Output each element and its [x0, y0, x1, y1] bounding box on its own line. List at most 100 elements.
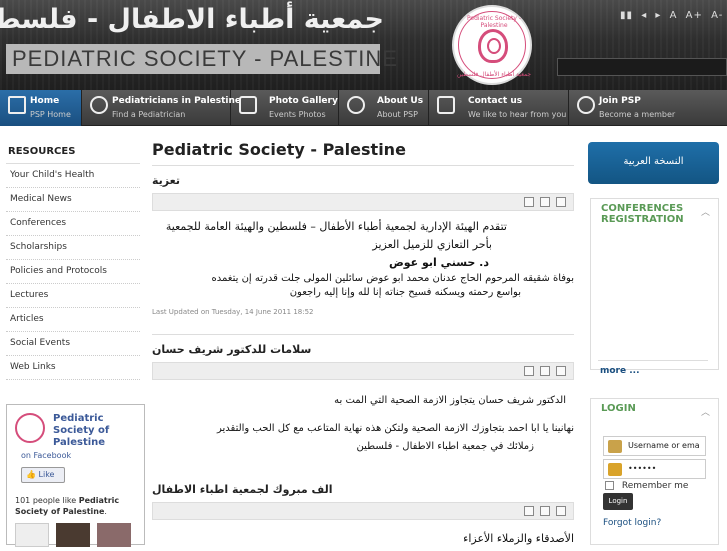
- photo-icon: [239, 96, 257, 114]
- article-text: بوفاة شقيقه المرحوم الحاج عدنان محمد ابو…: [211, 273, 574, 284]
- print-icon[interactable]: [540, 366, 550, 376]
- facebook-page-name[interactable]: Pediatric Society of Palestine: [53, 413, 143, 449]
- facebook-link[interactable]: Facebook: [34, 451, 72, 460]
- facebook-on-text: on: [21, 451, 31, 460]
- remember-checkbox[interactable]: [605, 481, 614, 490]
- nav-about-us[interactable]: About Us About PSP: [339, 90, 429, 126]
- article-text: الدكتور شريف حسان يتجاوز الازمة الصحية ا…: [334, 395, 566, 406]
- nav-join-psp[interactable]: Join PSP Become a member: [569, 90, 727, 126]
- lock-icon: [608, 463, 622, 476]
- facebook-like-count: 101 people like Pediatric Society of Pal…: [15, 495, 143, 517]
- remember-label: Remember me: [621, 481, 689, 491]
- nav-about-label: About Us: [377, 96, 424, 106]
- more-link[interactable]: more ...: [600, 366, 640, 376]
- next-icon[interactable]: ▸: [655, 10, 661, 21]
- box-divider: [598, 360, 708, 361]
- print-icon[interactable]: [540, 197, 550, 207]
- remember-me[interactable]: Remember me: [605, 481, 688, 491]
- article-text: زملائك في جمعية اطباء الاطفال - فلسطين: [356, 441, 535, 452]
- nav-pediatricians-sub: Find a Pediatrician: [112, 110, 186, 119]
- chevron-up-icon[interactable]: ︿: [701, 205, 710, 218]
- article-text: الأصدقاء والزملاء الأعزاء: [463, 532, 574, 545]
- last-updated: Last Updated on Tuesday, 14 June 2011 18…: [152, 308, 314, 316]
- main-nav: Home PSP Home Pediatricians in Palestine…: [0, 90, 727, 126]
- edit-icon[interactable]: [524, 366, 534, 376]
- print-icon[interactable]: [540, 506, 550, 516]
- forgot-login-link[interactable]: Forgot login?: [603, 518, 661, 528]
- logo-text-bottom: جمعية أطباء الأطفال فلسطين: [456, 71, 532, 78]
- facebook-like-box: Pediatric Society of Palestine on Facebo…: [6, 404, 145, 547]
- arabic-site-title: جمعية أطباء الاطفال - فلسطين: [0, 4, 384, 35]
- font-increase-button[interactable]: A+: [686, 10, 703, 21]
- nav-pediatricians-label: Pediatricians in Palestine: [112, 96, 242, 106]
- nav-photo-sub: Events Photos: [269, 110, 326, 119]
- chevron-up-icon[interactable]: ︿: [701, 405, 710, 418]
- nav-photo-label: Photo Gallery: [269, 96, 338, 106]
- page-title: Pediatric Society - Palestine: [152, 140, 574, 166]
- article-2: سلامات للدكتور شريف حسان: [152, 343, 574, 356]
- society-logo[interactable]: Pediatric Society - Palestine جمعية أطبا…: [452, 5, 532, 85]
- fan-avatar[interactable]: [15, 523, 49, 547]
- sidebar-item-conferences[interactable]: Conferences: [6, 212, 140, 236]
- edit-icon[interactable]: [524, 506, 534, 516]
- article-text: بأحر التعازي للزميل العزيز: [372, 238, 492, 251]
- conferences-registration-box: CONFERENCES REGISTRATION ︿: [590, 198, 719, 370]
- article-text: بواسع رحمته ويسكنه فسيح جناته إنا لله وإ…: [289, 287, 521, 298]
- sidebar-item-social-events[interactable]: Social Events: [6, 332, 140, 356]
- login-button[interactable]: Login: [603, 493, 633, 510]
- article-toolbar: [152, 362, 574, 380]
- user-icon: [608, 440, 622, 453]
- font-reset-button[interactable]: A: [670, 10, 678, 21]
- sidebar-item-scholarships[interactable]: Scholarships: [6, 236, 140, 260]
- prev-icon[interactable]: ◂: [641, 10, 647, 21]
- nav-home-sub: PSP Home: [30, 110, 71, 119]
- facebook-source: on Facebook: [21, 451, 71, 460]
- sidebar-item-web-links[interactable]: Web Links: [6, 356, 140, 380]
- facebook-like-button[interactable]: 👍 Like: [21, 467, 65, 483]
- site-header: جمعية أطباء الاطفال - فلسطين PEDIATRIC S…: [0, 0, 727, 90]
- pause-icon[interactable]: ▮▮: [620, 10, 633, 21]
- sidebar-item-lectures[interactable]: Lectures: [6, 284, 140, 308]
- login-title: LOGIN: [601, 403, 636, 414]
- font-decrease-button[interactable]: A-: [711, 10, 723, 21]
- sidebar-item-medical-news[interactable]: Medical News: [6, 188, 140, 212]
- resources-title: RESOURCES: [6, 140, 140, 164]
- article-title[interactable]: سلامات للدكتور شريف حسان: [152, 343, 574, 356]
- article-text: د. حسني ابو عوض: [388, 256, 489, 269]
- article-text: تتقدم الهيئة الإدارية لجمعية أطباء الأطف…: [165, 220, 507, 233]
- facebook-page-avatar[interactable]: [15, 413, 45, 443]
- article-title[interactable]: الف مبروك لجمعية اطباء الاطفال: [152, 483, 574, 496]
- email-icon[interactable]: [556, 197, 566, 207]
- thumbs-up-icon: 👍: [26, 470, 36, 479]
- nav-pediatricians[interactable]: Pediatricians in Palestine Find a Pediat…: [82, 90, 241, 126]
- arabic-version-button[interactable]: النسخة العربية: [588, 142, 719, 184]
- password-mask: ••••••: [628, 464, 657, 473]
- email-icon[interactable]: [556, 366, 566, 376]
- nav-home-label: Home: [30, 96, 60, 106]
- username-input[interactable]: Username or ema: [603, 436, 706, 456]
- logo-text-top: Pediatric Society - Palestine: [466, 15, 522, 29]
- sidebar-item-policies[interactable]: Policies and Protocols: [6, 260, 140, 284]
- info-icon: [347, 96, 365, 114]
- facebook-count-period: .: [104, 507, 107, 516]
- article-1: تعزية: [152, 174, 574, 187]
- sidebar-item-articles[interactable]: Articles: [6, 308, 140, 332]
- article-title[interactable]: تعزية: [152, 174, 574, 187]
- nav-contact-us[interactable]: Contact us We like to hear from you: [429, 90, 569, 126]
- main-content: Pediatric Society - Palestine: [152, 140, 574, 166]
- fan-avatar[interactable]: [97, 523, 132, 547]
- sidebar-item-childs-health[interactable]: Your Child's Health: [6, 164, 140, 188]
- nav-photo-gallery[interactable]: Photo Gallery Events Photos: [231, 90, 339, 126]
- article-toolbar: [152, 193, 574, 211]
- nav-home[interactable]: Home PSP Home: [0, 90, 82, 126]
- nav-join-label: Join PSP: [599, 96, 641, 106]
- join-icon: [577, 96, 595, 114]
- facebook-fans: [15, 523, 133, 551]
- search-input[interactable]: [557, 58, 727, 76]
- fan-avatar[interactable]: [56, 523, 91, 547]
- email-icon[interactable]: [556, 506, 566, 516]
- password-input[interactable]: ••••••: [603, 459, 706, 479]
- edit-icon[interactable]: [524, 197, 534, 207]
- nav-contact-label: Contact us: [468, 96, 523, 106]
- facebook-like-label: Like: [38, 470, 55, 479]
